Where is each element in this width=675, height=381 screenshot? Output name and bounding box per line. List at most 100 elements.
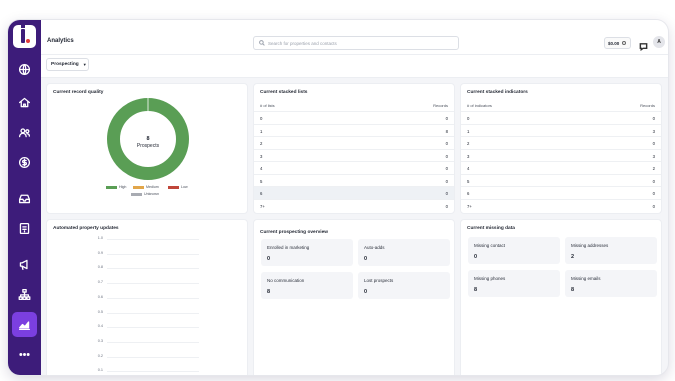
table-row[interactable]: 20 bbox=[254, 136, 454, 149]
row-value: 0 bbox=[652, 141, 655, 146]
users-icon[interactable] bbox=[12, 120, 37, 145]
more-icon[interactable] bbox=[12, 342, 37, 367]
row-value: 0 bbox=[652, 178, 655, 184]
row-key: 5 bbox=[467, 178, 470, 184]
row-key: 1 bbox=[260, 128, 263, 134]
table-row[interactable]: 00 bbox=[254, 111, 454, 124]
card-title: Current missing data bbox=[467, 226, 515, 231]
tile-value: 0 bbox=[364, 256, 368, 262]
search-placeholder: Search for properties and contacts bbox=[268, 40, 337, 46]
gridline bbox=[107, 327, 199, 329]
legend-low: Low bbox=[168, 185, 188, 189]
gridline bbox=[107, 341, 199, 343]
inbox-icon[interactable] bbox=[12, 186, 37, 211]
avatar[interactable]: A bbox=[653, 36, 665, 48]
row-value: 2 bbox=[652, 166, 655, 171]
row-key: 5 bbox=[260, 178, 263, 184]
table-row[interactable]: 13 bbox=[461, 123, 661, 137]
card-title: Current stacked indicators bbox=[467, 90, 528, 95]
table-row[interactable]: 7+ 0 bbox=[254, 198, 454, 212]
tile-missing-addresses[interactable]: Missing addresses 2 bbox=[565, 237, 657, 264]
property-updates-card: Automated property updates 1.0 0.9 0.8 0.7 0… bbox=[46, 219, 248, 375]
prospecting-overview-card: Current prospecting overview Enrolled in… bbox=[253, 219, 455, 375]
tile-missing-phones[interactable]: Missing phones 8 bbox=[468, 270, 560, 297]
row-key: 6 bbox=[467, 191, 470, 196]
list-icon[interactable] bbox=[12, 216, 37, 241]
y-tick-label: 0.3 bbox=[97, 338, 103, 343]
chart-icon[interactable] bbox=[12, 312, 37, 337]
gridline bbox=[107, 371, 199, 373]
y-tick-label: 1.0 bbox=[97, 236, 103, 240]
tile-missing-contact[interactable]: Missing contact 0 bbox=[468, 237, 560, 264]
table-row[interactable]: 33 bbox=[461, 148, 661, 162]
table-row[interactable]: 40 bbox=[254, 161, 454, 174]
row-key: 4 bbox=[467, 166, 470, 171]
tile-enrolled-marketing[interactable]: Enrolled in marketing 0 bbox=[261, 239, 353, 266]
table-row[interactable]: 50 bbox=[254, 173, 454, 187]
tile-value: 8 bbox=[267, 289, 271, 295]
y-tick-label: 0.5 bbox=[97, 309, 103, 314]
tile-label: Missing contact bbox=[474, 243, 506, 248]
donut-center: 8 Prospects bbox=[123, 136, 173, 149]
stacked-indicators-card: Current stacked indicators # of indicato… bbox=[460, 83, 662, 214]
row-key: 0 bbox=[260, 116, 263, 121]
table-row[interactable]: 60 bbox=[461, 186, 661, 199]
table-row[interactable]: 7+ 0 bbox=[461, 198, 661, 212]
gridline bbox=[107, 312, 199, 314]
y-tick-label: 0.2 bbox=[97, 353, 103, 358]
tile-missing-emails[interactable]: Missing emails 8 bbox=[565, 270, 657, 297]
tile-auto-adds[interactable]: Auto-adds 0 bbox=[358, 239, 450, 266]
megaphone-icon[interactable] bbox=[12, 252, 37, 277]
chevron-down-icon: ▼ bbox=[82, 62, 87, 67]
globe-icon[interactable] bbox=[12, 57, 37, 82]
balance-value: $0.00 bbox=[608, 40, 620, 46]
donut-center-label: Prospects bbox=[136, 143, 160, 149]
card-title: Current stacked lists bbox=[260, 90, 308, 95]
dollar-icon[interactable] bbox=[12, 150, 37, 175]
row-value: 0 bbox=[652, 203, 655, 209]
row-value: 0 bbox=[652, 116, 655, 121]
table-row[interactable]: 60 bbox=[254, 186, 454, 199]
table-row[interactable]: 00 bbox=[461, 111, 661, 124]
row-key: 3 bbox=[260, 153, 263, 159]
gridline bbox=[107, 297, 199, 299]
record-quality-card: Current record quality 8 Prospects High … bbox=[46, 83, 248, 214]
row-key: 3 bbox=[467, 153, 470, 159]
tile-label: Enrolled in marketing bbox=[267, 245, 310, 250]
table-header: # of lists Records bbox=[260, 103, 448, 111]
row-key: 6 bbox=[260, 191, 263, 196]
row-value: 0 bbox=[445, 166, 448, 171]
tile-no-communication[interactable]: No communication 8 bbox=[261, 272, 353, 299]
y-tick-label: 0.9 bbox=[97, 250, 103, 255]
sitemap-icon[interactable] bbox=[12, 282, 37, 307]
table-row[interactable]: 42 bbox=[461, 161, 661, 174]
pipeline-select-value: Prospecting bbox=[51, 62, 79, 67]
row-key: 7+ bbox=[467, 203, 472, 209]
tile-label: Missing addresses bbox=[571, 243, 609, 248]
home-icon[interactable] bbox=[12, 90, 37, 115]
gridline bbox=[107, 283, 199, 285]
missing-data-card: Current missing data Missing contact 0 M… bbox=[460, 219, 662, 375]
search-input[interactable]: Search for properties and contacts bbox=[253, 36, 459, 50]
row-value: 0 bbox=[445, 153, 448, 159]
col-indicators: # of indicators bbox=[467, 103, 492, 108]
table-row[interactable]: 18 bbox=[254, 123, 454, 137]
table-header: # of indicators Records bbox=[467, 103, 655, 111]
balance-badge[interactable]: $0.00 bbox=[604, 37, 631, 49]
table-row[interactable]: 30 bbox=[254, 148, 454, 162]
tile-value: 0 bbox=[267, 256, 271, 262]
col-records: Records bbox=[640, 103, 655, 108]
table-row[interactable]: 50 bbox=[461, 173, 661, 187]
y-tick-label: 0.7 bbox=[97, 280, 103, 285]
gridline bbox=[107, 253, 199, 255]
tile-label: Missing emails bbox=[571, 276, 601, 281]
tile-lost-prospects[interactable]: Lost prospects 0 bbox=[358, 272, 450, 299]
pipeline-select[interactable]: Prospecting ▼ bbox=[46, 58, 89, 71]
col-records: Records bbox=[433, 103, 448, 108]
legend-unknown: Unknown bbox=[131, 192, 159, 196]
row-value: 8 bbox=[445, 128, 448, 134]
brand-logo[interactable] bbox=[13, 25, 36, 48]
table-row[interactable]: 20 bbox=[461, 136, 661, 149]
chat-icon[interactable] bbox=[639, 38, 648, 52]
row-value: 0 bbox=[445, 116, 448, 121]
